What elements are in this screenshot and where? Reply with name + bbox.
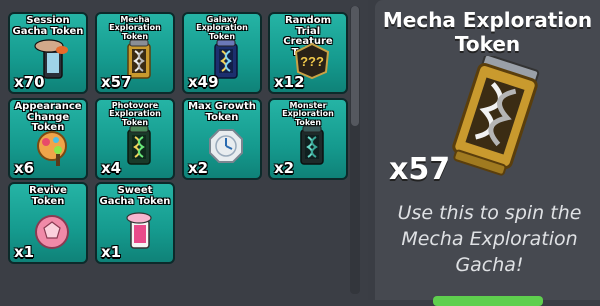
detail-description: Use this to spin the Mecha Exploration G… xyxy=(397,202,582,276)
item-tile-sweet-gacha-token[interactable]: Sweet Gacha Token x1 xyxy=(95,182,175,264)
revive-token-icon xyxy=(35,215,69,249)
monster-exploration-token-icon xyxy=(300,125,324,165)
detail-count: x57 xyxy=(389,152,451,187)
item-count: x6 xyxy=(14,159,35,177)
item-count: x49 xyxy=(188,73,219,91)
item-tile-mecha-exploration-token[interactable]: Mecha Exploration Token x57 xyxy=(95,12,175,94)
use-button[interactable] xyxy=(433,296,543,306)
item-count: x2 xyxy=(188,159,209,177)
item-count: x57 xyxy=(101,73,132,91)
item-name: Max Growth Token xyxy=(188,101,256,123)
sweet-gacha-token-icon xyxy=(126,212,152,249)
mecha-exploration-token-icon xyxy=(452,56,540,176)
item-detail-panel: Mecha Exploration Token x57 Use this to … xyxy=(375,0,600,306)
appearance-change-token-icon xyxy=(37,131,67,166)
item-count: x12 xyxy=(274,73,305,91)
svg-text:???: ??? xyxy=(300,54,324,69)
item-count: x4 xyxy=(101,159,122,177)
item-tile-appearance-change-token[interactable]: Appearance Change Token x6 xyxy=(8,98,88,180)
item-tile-monster-exploration-token[interactable]: Monster Exploration Token x2 xyxy=(268,98,348,180)
grid-scrollbar[interactable] xyxy=(350,6,360,294)
item-count: x2 xyxy=(274,159,295,177)
item-tile-galaxy-exploration-token[interactable]: Galaxy Exploration Token x49 xyxy=(182,12,262,94)
scrollbar-thumb[interactable] xyxy=(351,6,359,126)
item-name: Sweet Gacha Token xyxy=(99,185,171,207)
photovore-exploration-token-icon xyxy=(127,125,151,165)
item-count: x70 xyxy=(14,73,45,91)
item-count: x1 xyxy=(101,243,122,261)
item-tile-photovore-exploration-token[interactable]: Photovore Exploration Token x4 xyxy=(95,98,175,180)
item-name: Revive Token xyxy=(29,185,67,207)
detail-title: Mecha Exploration Token xyxy=(382,8,593,56)
item-tile-session-gacha-token[interactable]: Session Gacha Token x70 xyxy=(8,12,88,94)
max-growth-token-icon xyxy=(209,129,243,163)
item-count: x1 xyxy=(14,243,35,261)
item-tile-revive-token[interactable]: Revive Token x1 xyxy=(8,182,88,264)
inventory-grid: Session Gacha Token x70 Mecha Exploratio… xyxy=(0,0,368,300)
item-tile-max-growth-token[interactable]: Max Growth Token x2 xyxy=(182,98,262,180)
item-name: Session Gacha Token xyxy=(12,15,84,37)
item-tile-random-trial-creature-token[interactable]: Random Trial Creature Token ??? x12 xyxy=(268,12,348,94)
